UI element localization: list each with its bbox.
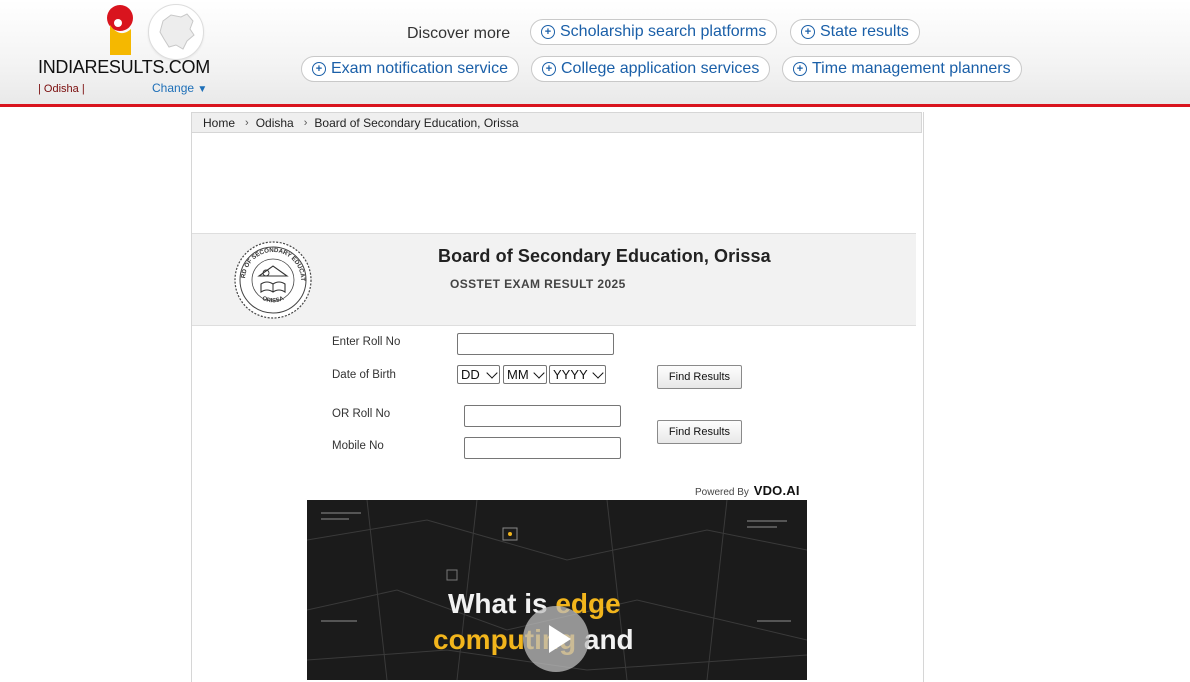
state-map-icon[interactable]	[148, 4, 204, 60]
play-icon	[549, 625, 571, 653]
roll-no-input[interactable]	[457, 333, 614, 355]
powered-by-text: Powered By	[695, 487, 749, 498]
or-roll-no-input[interactable]	[464, 405, 621, 427]
board-seal-icon: BOARD OF SECONDARY EDUCATION ORISSA	[233, 240, 312, 319]
vendor-logo[interactable]: VDO.AI	[754, 483, 800, 498]
dob-year-value: YYYY	[553, 367, 588, 382]
brand-logo-icon[interactable]	[104, 3, 138, 59]
chevron-down-icon	[533, 367, 545, 379]
plus-circle-icon: +	[541, 25, 555, 39]
mobile-no-input[interactable]	[464, 437, 621, 459]
find-results-button[interactable]: Find Results	[657, 365, 742, 389]
dob-day-select[interactable]: DD	[457, 365, 500, 384]
dob-year-select[interactable]: YYYY	[549, 365, 606, 384]
powered-by-label: Powered By VDO.AI	[695, 483, 800, 498]
dob-month-value: MM	[507, 367, 529, 382]
chip-label: Exam notification service	[331, 60, 508, 77]
chip-label: State results	[820, 23, 909, 40]
breadcrumb: Home › Odisha › Board of Secondary Educa…	[191, 112, 922, 133]
chip-state-results[interactable]: + State results	[790, 19, 920, 45]
chevron-down-icon	[592, 367, 604, 379]
chip-label: College application services	[561, 60, 760, 77]
region-label: | Odisha |	[38, 83, 85, 95]
chip-time-management[interactable]: + Time management planners	[782, 56, 1022, 82]
roll-no-label: Enter Roll No	[332, 336, 401, 348]
discover-more-label: Discover more	[407, 25, 511, 42]
plus-circle-icon: +	[801, 25, 815, 39]
find-results-mobile-button[interactable]: Find Results	[657, 420, 742, 444]
dob-month-select[interactable]: MM	[503, 365, 547, 384]
chip-label: Time management planners	[812, 60, 1011, 77]
mobile-no-label: Mobile No	[332, 440, 384, 452]
plus-circle-icon: +	[312, 62, 326, 76]
breadcrumb-home[interactable]: Home	[203, 116, 235, 130]
chevron-down-icon	[486, 367, 498, 379]
chip-college-application[interactable]: + College application services	[531, 56, 771, 82]
board-title: Board of Secondary Education, Orissa	[438, 246, 771, 266]
chip-label: Scholarship search platforms	[560, 23, 767, 40]
change-label: Change	[152, 81, 195, 95]
dob-label: Date of Birth	[332, 369, 396, 381]
triangle-down-icon: ▼	[197, 84, 208, 95]
breadcrumb-current: Board of Secondary Education, Orissa	[314, 115, 519, 130]
or-roll-no-label: OR Roll No	[332, 408, 391, 420]
chip-exam-notification[interactable]: + Exam notification service	[301, 56, 519, 82]
header-divider	[0, 104, 1190, 107]
change-region-link[interactable]: Change ▼	[152, 81, 207, 95]
chip-scholarship-search[interactable]: + Scholarship search platforms	[530, 19, 778, 45]
brand-logo-text[interactable]: INDIARESULTS.COM	[38, 57, 210, 78]
dob-day-value: DD	[461, 367, 480, 382]
chevron-right-icon: ›	[303, 116, 308, 129]
plus-circle-icon: +	[793, 62, 807, 76]
ad-video-player[interactable]: What is edge computing and	[307, 500, 807, 680]
chevron-right-icon: ›	[245, 116, 249, 129]
exam-title: OSSTET EXAM RESULT 2025	[450, 277, 626, 291]
breadcrumb-state[interactable]: Odisha	[256, 116, 294, 130]
play-button[interactable]	[523, 606, 589, 672]
plus-circle-icon: +	[542, 62, 556, 76]
